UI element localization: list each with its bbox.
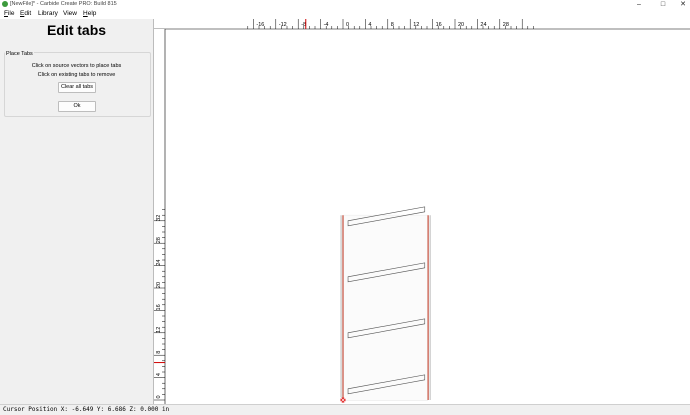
ruler-x-label: -12 <box>279 22 287 28</box>
stock-area <box>340 215 431 400</box>
ruler-y-label: 0 <box>156 395 162 398</box>
menu-file-label: ile <box>7 10 15 17</box>
ruler-y-label: 16 <box>156 304 162 310</box>
ruler-y-label: 28 <box>156 237 162 243</box>
ruler-y-label: 12 <box>156 327 162 333</box>
ruler-y-label: 8 <box>156 351 162 354</box>
title-bar: [NewFile]* - Carbide Create PRO: Build 8… <box>0 0 690 9</box>
menu-view-label: View <box>63 10 77 17</box>
ruler-x-label: 0 <box>346 22 349 28</box>
maximize-icon[interactable]: □ <box>656 0 670 9</box>
ruler-x-label: 28 <box>503 22 509 28</box>
app-icon <box>2 1 8 7</box>
ruler-y-label: 20 <box>156 282 162 288</box>
window-title: [NewFile]* - Carbide Create PRO: Build 8… <box>10 1 117 7</box>
ruler-x-label: 8 <box>391 22 394 28</box>
cursor-markers <box>154 19 307 364</box>
menu-help[interactable]: Help <box>83 9 96 19</box>
close-icon[interactable]: ✕ <box>676 0 690 9</box>
stock-material <box>343 215 429 400</box>
top-ruler[interactable] <box>154 19 690 29</box>
origin-marker <box>339 396 347 404</box>
menu-library-label: Library <box>38 10 58 17</box>
menu-help-label: elp <box>87 10 97 17</box>
ruler-x-label: 24 <box>480 22 486 28</box>
ruler-x-label: 12 <box>413 22 419 28</box>
design-canvas[interactable]: -16 -12 -8 -4 0 4 8 12 16 20 24 28 32 28 24 20 16 12 8 4 0 <box>154 19 690 404</box>
ruler-x-label: 4 <box>368 22 371 28</box>
ok-button[interactable]: Ok <box>58 101 96 112</box>
minimize-icon[interactable]: – <box>632 0 646 9</box>
menu-library[interactable]: Library <box>38 9 58 19</box>
menu-bar: File Edit Library View Help <box>0 9 690 19</box>
menu-file[interactable]: File <box>4 9 15 19</box>
menu-edit-label: dit <box>24 10 32 17</box>
canvas-svg[interactable]: -16 -12 -8 -4 0 4 8 12 16 20 24 28 322824201612840 <box>154 19 690 404</box>
ruler-x-label: 16 <box>436 22 442 28</box>
ruler-x-label: -4 <box>324 22 329 28</box>
menu-view[interactable]: View <box>63 9 77 19</box>
ruler-x-label: -16 <box>256 22 264 28</box>
hint-remove: Click on existing tabs to remove <box>37 72 116 78</box>
status-bar: Cursor Position X: -6.649 Y: 6.686 Z: 0.… <box>0 404 690 415</box>
ruler-y-label: 24 <box>156 260 162 266</box>
ruler-x-label: 20 <box>458 22 464 28</box>
ruler-y-label: 32 <box>156 215 162 221</box>
edit-tabs-panel: Edit tabs Place Tabs Click on source vec… <box>0 19 154 404</box>
menu-edit[interactable]: Edit <box>20 9 31 19</box>
clear-all-tabs-button[interactable]: Clear all tabs <box>58 82 96 93</box>
ruler-y-label: 4 <box>156 373 162 376</box>
panel-title: Edit tabs <box>46 22 107 38</box>
hint-place: Click on source vectors to place tabs <box>31 63 122 69</box>
place-tabs-label: Place Tabs <box>5 51 34 57</box>
